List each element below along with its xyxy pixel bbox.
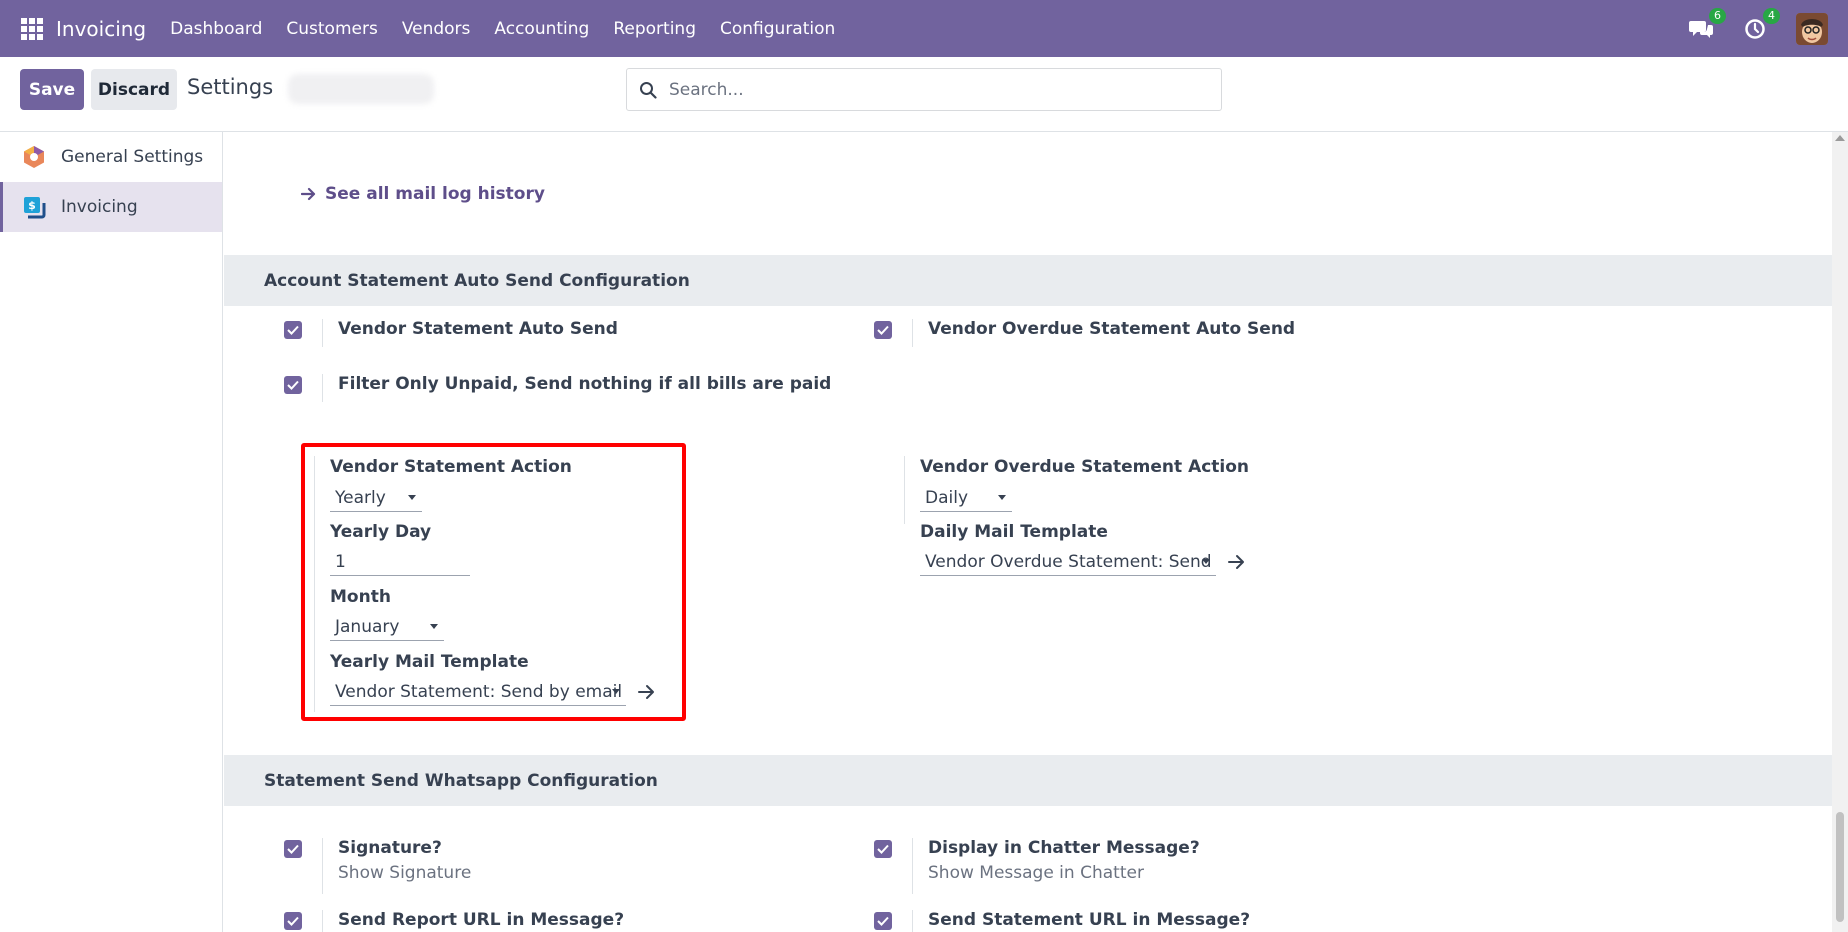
check-icon <box>287 325 299 335</box>
mail-log-history-label: See all mail log history <box>325 184 545 204</box>
scroll-up-arrow-icon[interactable] <box>1835 135 1845 141</box>
signature-checkbox[interactable] <box>284 840 302 858</box>
sidebar-item-general-settings[interactable]: General Settings <box>0 132 222 182</box>
vendor-auto-send-setting: Vendor Statement Auto Send <box>284 319 618 347</box>
report-url-label: Send Report URL in Message? <box>338 910 625 930</box>
settings-sidebar: General Settings $ Invoicing <box>0 132 223 932</box>
signature-setting: Signature? Show Signature <box>284 838 471 894</box>
overdue-action-value: Daily <box>925 487 969 508</box>
vendor-auto-send-label: Vendor Statement Auto Send <box>338 319 618 339</box>
menu-reporting[interactable]: Reporting <box>601 19 708 39</box>
avatar-face-icon <box>1796 12 1828 45</box>
check-icon <box>287 916 299 926</box>
filter-unpaid-setting: Filter Only Unpaid, Send nothing if all … <box>284 374 831 402</box>
signature-label: Signature? <box>338 838 442 858</box>
auto-send-section-title: Account Statement Auto Send Configuratio… <box>224 255 1832 306</box>
chatter-setting: Display in Chatter Message? Show Message… <box>874 838 1200 894</box>
top-navbar: Invoicing Dashboard Customers Vendors Ac… <box>0 0 1848 57</box>
app-title[interactable]: Invoicing <box>56 17 146 41</box>
sidebar-item-label: General Settings <box>61 147 204 167</box>
highlight-box <box>301 443 686 721</box>
navbar-systray: 6 4 <box>1688 0 1848 57</box>
menu-configuration[interactable]: Configuration <box>708 19 847 39</box>
scrollbar-thumb[interactable] <box>1836 812 1844 922</box>
check-icon <box>877 844 889 854</box>
breadcrumb: Settings <box>187 75 274 99</box>
search-box[interactable] <box>626 68 1222 111</box>
svg-text:$: $ <box>28 199 36 212</box>
menu-accounting[interactable]: Accounting <box>482 19 601 39</box>
filter-unpaid-label: Filter Only Unpaid, Send nothing if all … <box>338 374 832 394</box>
check-icon <box>877 325 889 335</box>
open-daily-template-arrow-icon[interactable] <box>1228 554 1246 570</box>
check-icon <box>877 916 889 926</box>
daily-mail-template-value: Vendor Overdue Statement: Send by email <box>925 551 1216 572</box>
statement-url-label: Send Statement URL in Message? <box>928 910 1251 930</box>
apps-menu-icon[interactable] <box>21 17 43 40</box>
settings-content: See all mail log history Account Stateme… <box>224 132 1832 932</box>
signature-description: Show Signature <box>338 863 472 883</box>
save-button[interactable]: Save <box>20 69 84 110</box>
activities-button[interactable]: 4 <box>1742 7 1780 42</box>
menu-customers[interactable]: Customers <box>274 19 389 39</box>
caret-down-icon <box>998 495 1006 500</box>
overdue-action-select[interactable]: Daily <box>920 484 1012 512</box>
sidebar-item-label: Invoicing <box>61 197 138 217</box>
main-menu: Dashboard Customers Vendors Accounting R… <box>158 19 847 39</box>
filter-unpaid-checkbox[interactable] <box>284 376 302 394</box>
activities-badge: 4 <box>1763 7 1780 24</box>
chatter-description: Show Message in Chatter <box>928 863 1144 883</box>
report-url-checkbox[interactable] <box>284 912 302 930</box>
arrow-right-icon <box>301 187 316 201</box>
whatsapp-section-title: Statement Send Whatsapp Configuration <box>224 755 1832 806</box>
overdue-action-label: Vendor Overdue Statement Action <box>920 457 1250 477</box>
check-icon <box>287 380 299 390</box>
discard-button[interactable]: Discard <box>91 69 177 110</box>
blurred-breadcrumb <box>288 74 434 104</box>
vendor-overdue-auto-send-checkbox[interactable] <box>874 321 892 339</box>
report-url-setting: Send Report URL in Message? <box>284 910 624 932</box>
search-icon <box>640 81 657 99</box>
vendor-overdue-auto-send-setting: Vendor Overdue Statement Auto Send <box>874 319 1295 347</box>
vendor-auto-send-checkbox[interactable] <box>284 321 302 339</box>
general-settings-icon <box>24 146 44 168</box>
mail-log-history-link[interactable]: See all mail log history <box>301 184 545 204</box>
vertical-scrollbar[interactable] <box>1832 132 1848 932</box>
search-input[interactable] <box>669 79 1189 100</box>
sidebar-item-invoicing[interactable]: $ Invoicing <box>0 182 222 232</box>
invoicing-app-icon: $ <box>24 197 46 219</box>
chatter-checkbox[interactable] <box>874 840 892 858</box>
caret-down-icon <box>1202 559 1210 564</box>
messages-badge: 6 <box>1709 7 1726 24</box>
user-avatar[interactable] <box>1796 12 1828 45</box>
chat-bubbles-icon <box>1689 20 1713 38</box>
check-icon <box>287 844 299 854</box>
messages-button[interactable]: 6 <box>1688 7 1726 42</box>
clock-icon <box>1745 18 1765 39</box>
menu-dashboard[interactable]: Dashboard <box>158 19 274 39</box>
vendor-overdue-auto-send-label: Vendor Overdue Statement Auto Send <box>928 319 1296 339</box>
chatter-label: Display in Chatter Message? <box>928 838 1200 858</box>
control-panel: Save Discard Settings <box>0 57 1848 132</box>
daily-mail-template-label: Daily Mail Template <box>920 522 1108 542</box>
statement-url-checkbox[interactable] <box>874 912 892 930</box>
statement-url-setting: Send Statement URL in Message? <box>874 910 1250 932</box>
menu-vendors[interactable]: Vendors <box>390 19 483 39</box>
daily-mail-template-select[interactable]: Vendor Overdue Statement: Send by email <box>920 548 1216 576</box>
